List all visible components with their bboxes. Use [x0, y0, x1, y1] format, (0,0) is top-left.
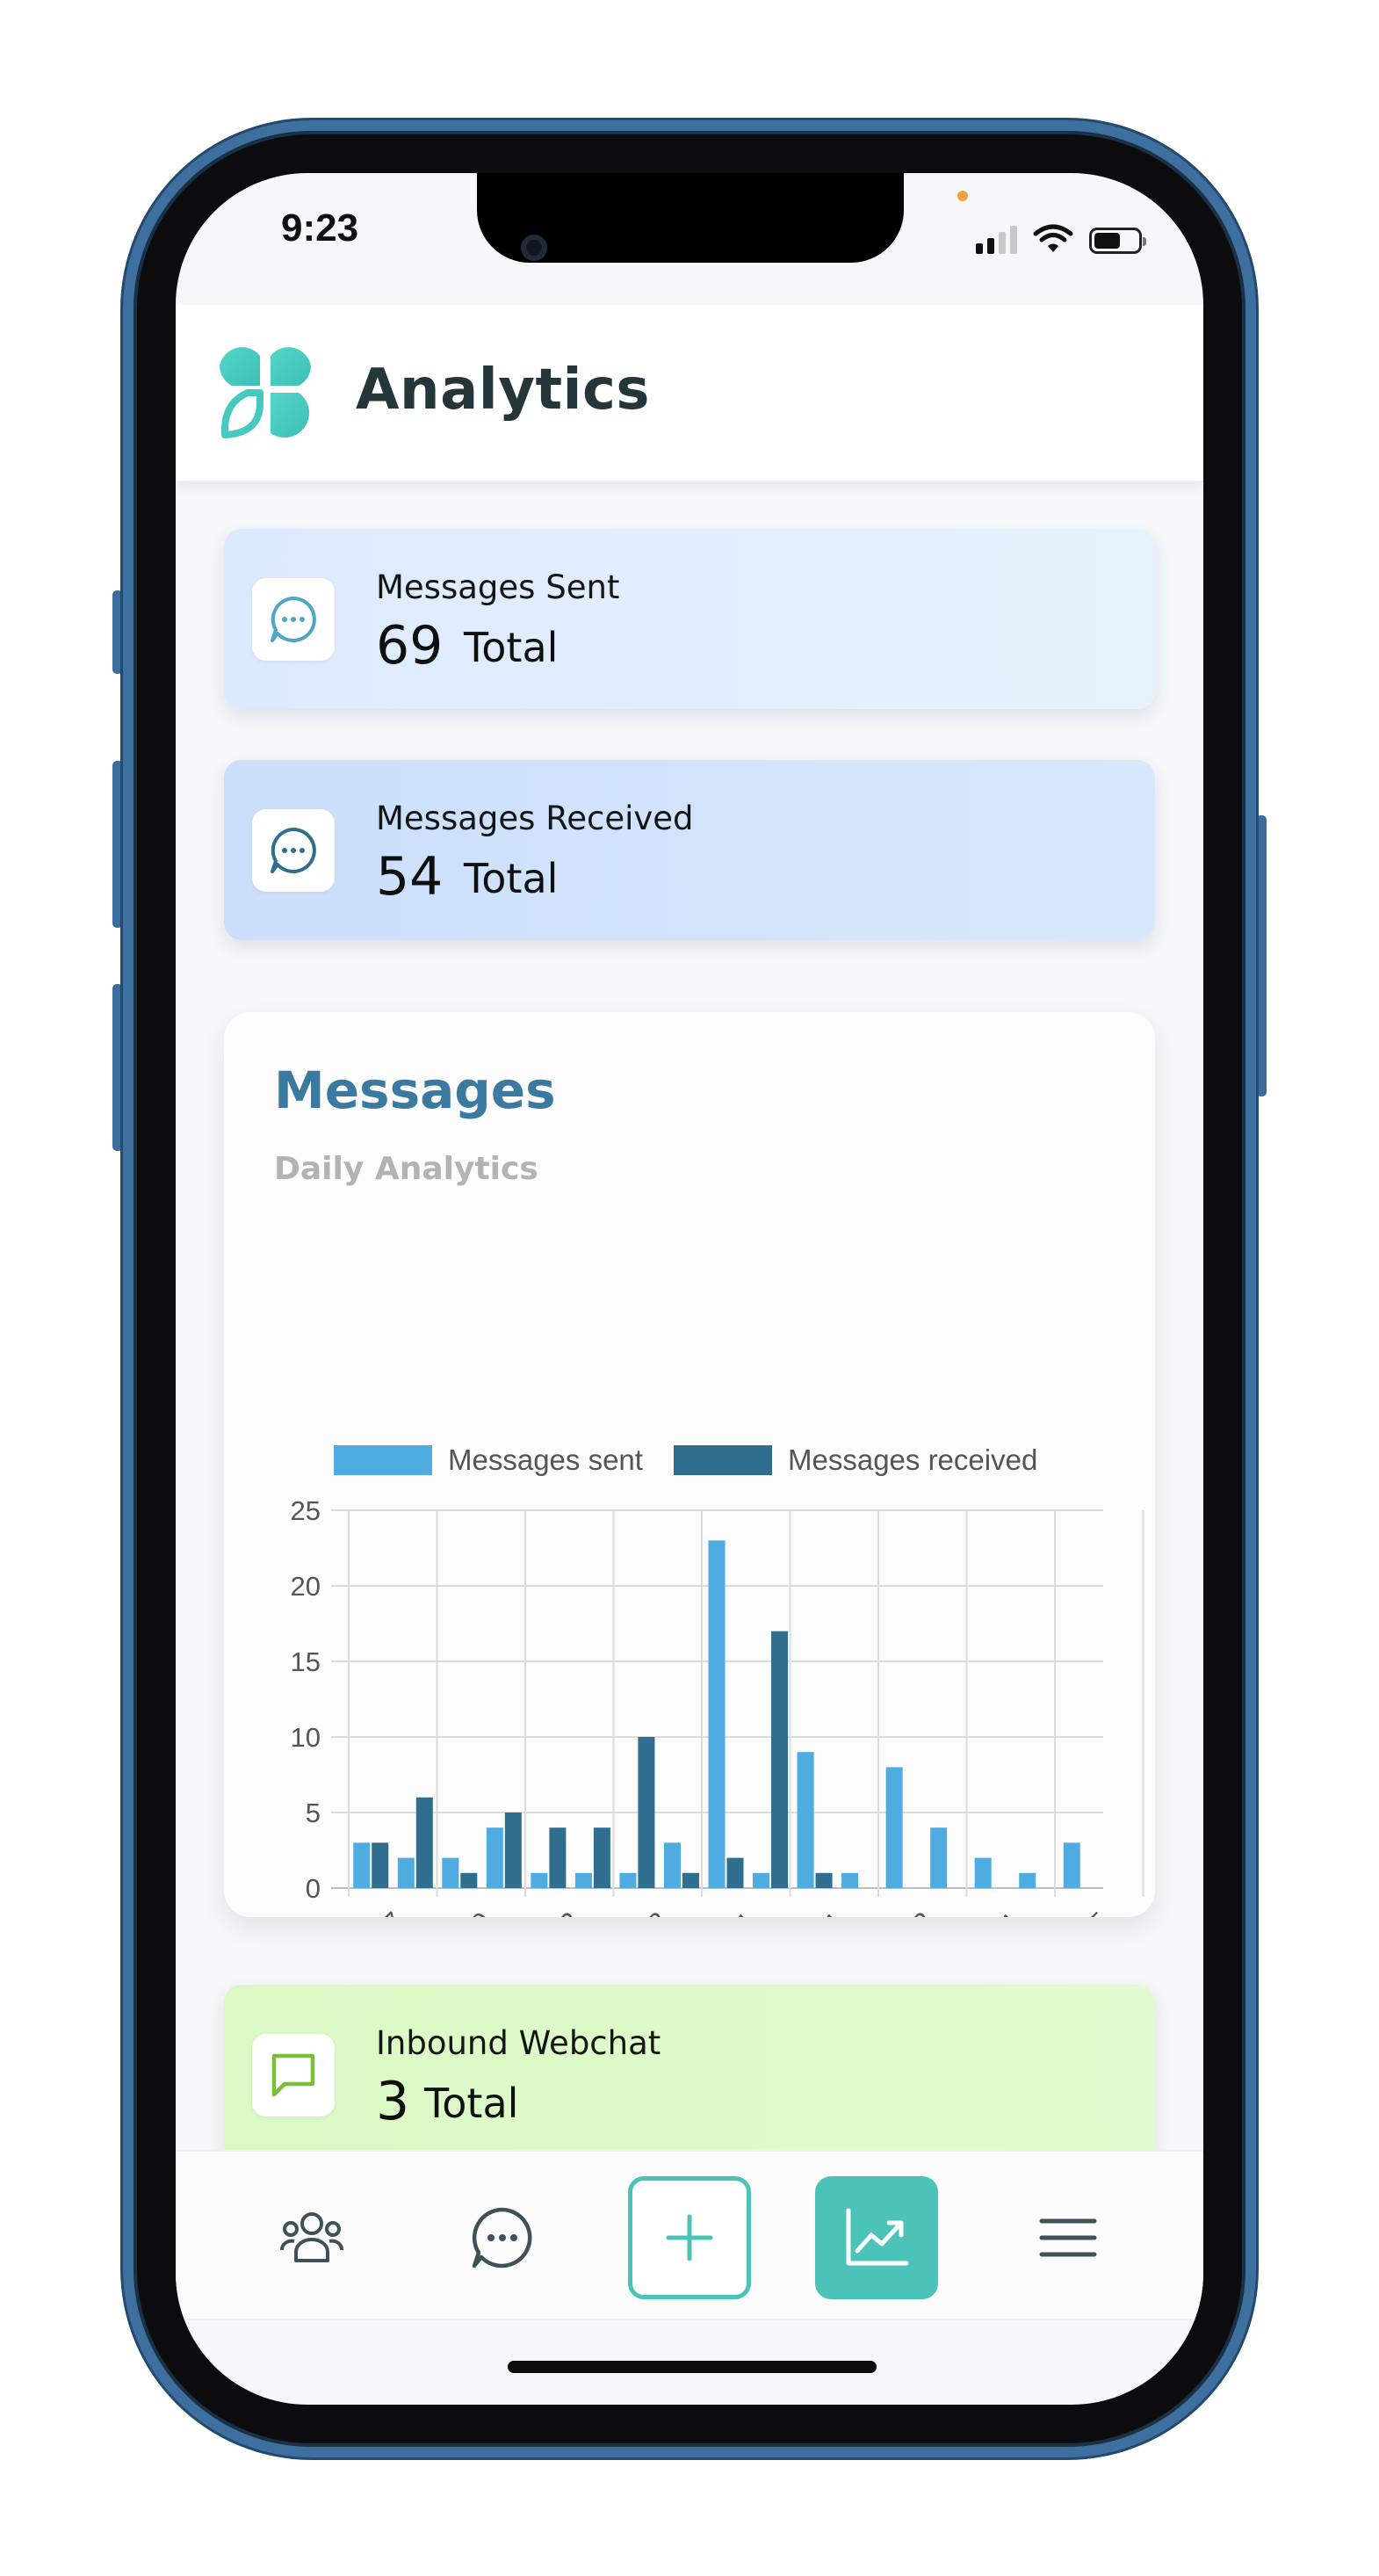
- bar-messages-received: [638, 1737, 655, 1888]
- bar-messages-sent: [797, 1752, 814, 1888]
- bar-messages-received: [726, 1857, 744, 1888]
- phone-screen: 9:23 Analytics Messages Sent 69 Total Me…: [176, 173, 1203, 2405]
- analytics-icon: [846, 2208, 909, 2266]
- x-tick-label: Feb 5: [1044, 1906, 1115, 1917]
- stat-card-inbound-webchat[interactable]: Inbound Webchat 3 Total: [224, 1985, 1155, 2165]
- nav-menu[interactable]: [1007, 2176, 1130, 2299]
- legend-swatch-received: [674, 1445, 772, 1475]
- y-tick-label: 15: [291, 1646, 321, 1677]
- bar-messages-received: [682, 1872, 699, 1888]
- app-header: Analytics: [176, 305, 1203, 482]
- battery-icon: [1089, 228, 1146, 254]
- cellular-signal-icon: [976, 224, 1017, 254]
- bar-messages-sent: [531, 1872, 548, 1888]
- y-tick-label: 5: [306, 1798, 321, 1828]
- status-icons: [976, 219, 1146, 254]
- phone-volume-up-button: [112, 761, 123, 928]
- nav-add-button[interactable]: [628, 2176, 751, 2299]
- bar-messages-sent: [930, 1827, 948, 1888]
- bar-messages-received: [593, 1827, 610, 1888]
- bar-messages-sent: [885, 1767, 903, 1888]
- bar-messages-sent: [663, 1842, 681, 1888]
- legend-label-sent: Messages sent: [448, 1444, 643, 1476]
- stat-value: 54: [376, 846, 444, 908]
- x-tick-label: Nov 11: [769, 1906, 851, 1917]
- stat-label: Messages Received: [376, 800, 694, 837]
- bar-messages-sent: [974, 1857, 992, 1888]
- app-logo-icon: [220, 347, 311, 438]
- phone-silent-switch: [112, 590, 123, 674]
- bar-messages-sent: [486, 1827, 503, 1888]
- bar-messages-sent: [574, 1872, 592, 1888]
- bar-messages-sent: [841, 1872, 859, 1888]
- phone-power-button: [1256, 815, 1267, 1096]
- chat-bubble-icon: [271, 828, 316, 873]
- bar-messages-received: [415, 1797, 433, 1888]
- bar-messages-sent: [353, 1842, 371, 1888]
- status-time: 9:23: [281, 206, 359, 250]
- bar-messages-sent: [397, 1857, 415, 1888]
- stat-value: 69: [376, 615, 444, 677]
- stat-card-messages-sent[interactable]: Messages Sent 69 Total: [224, 529, 1155, 709]
- nav-chat[interactable]: [441, 2176, 564, 2299]
- stat-label: Inbound Webchat: [376, 2024, 661, 2062]
- bar-messages-sent: [442, 1857, 459, 1888]
- stat-unit: Total: [464, 855, 559, 902]
- bar-messages-received: [460, 1872, 478, 1888]
- x-tick-label: Nov 1: [690, 1906, 762, 1917]
- bar-messages-sent: [708, 1540, 726, 1888]
- stat-label: Messages Sent: [376, 568, 620, 606]
- page-title: Analytics: [356, 358, 650, 423]
- x-tick-label: Nov 22: [856, 1906, 939, 1917]
- add-icon: [666, 2214, 713, 2261]
- nav-contacts[interactable]: [250, 2176, 373, 2299]
- stat-unit: Total: [424, 2080, 519, 2127]
- message-square-icon: [271, 2053, 315, 2097]
- legend-swatch-sent: [334, 1445, 432, 1475]
- legend-label-received: Messages received: [788, 1444, 1037, 1476]
- bar-messages-received: [372, 1842, 389, 1888]
- stat-unit: Total: [464, 624, 559, 671]
- chat-bubble-icon: [271, 597, 316, 642]
- phone-volume-down-button: [112, 984, 123, 1151]
- bar-messages-sent: [1019, 1872, 1036, 1888]
- x-tick-label: Feb 7: [338, 1906, 409, 1917]
- stat-card-messages-received[interactable]: Messages Received 54 Total: [224, 760, 1155, 940]
- x-tick-label: Oct 31: [949, 1906, 1027, 1917]
- nav-analytics[interactable]: [815, 2176, 938, 2299]
- notch: [477, 173, 904, 263]
- y-tick-label: 25: [291, 1495, 321, 1526]
- contacts-icon: [280, 2212, 343, 2262]
- x-tick-label: Nov 2: [514, 1906, 586, 1917]
- chat-icon: [472, 2207, 532, 2268]
- mic-indicator-dot: [957, 191, 968, 201]
- bottom-nav: [176, 2150, 1203, 2320]
- x-tick-label: Feb 8: [603, 1906, 675, 1917]
- y-tick-label: 0: [306, 1873, 321, 1904]
- menu-icon: [1039, 2218, 1097, 2257]
- stat-icon-container: [252, 578, 335, 661]
- bar-messages-received: [504, 1813, 522, 1888]
- stat-value: 3: [376, 2071, 410, 2132]
- bar-messages-received: [549, 1827, 567, 1888]
- bar-messages-received: [771, 1631, 789, 1888]
- bar-messages-received: [815, 1872, 833, 1888]
- x-tick-label: Nov 9: [426, 1906, 498, 1917]
- bar-messages-sent: [1063, 1842, 1080, 1888]
- bar-messages-sent: [619, 1872, 637, 1888]
- y-tick-label: 10: [291, 1722, 321, 1753]
- messages-bar-chart: 0 5 10 15 20 25 Feb 7 Nov 9 Nov 2 Feb 8 Nov 1 Nov 1…: [291, 1444, 1144, 1917]
- messages-chart-card: Messages Daily Analytics 0510152025Feb 7…: [224, 1012, 1155, 1917]
- front-camera: [521, 235, 547, 261]
- y-tick-label: 20: [291, 1571, 321, 1602]
- stat-icon-container: [252, 809, 335, 892]
- wifi-icon: [1033, 224, 1073, 252]
- stat-icon-container: [252, 2034, 335, 2117]
- home-indicator: [508, 2361, 877, 2373]
- bar-messages-sent: [753, 1872, 770, 1888]
